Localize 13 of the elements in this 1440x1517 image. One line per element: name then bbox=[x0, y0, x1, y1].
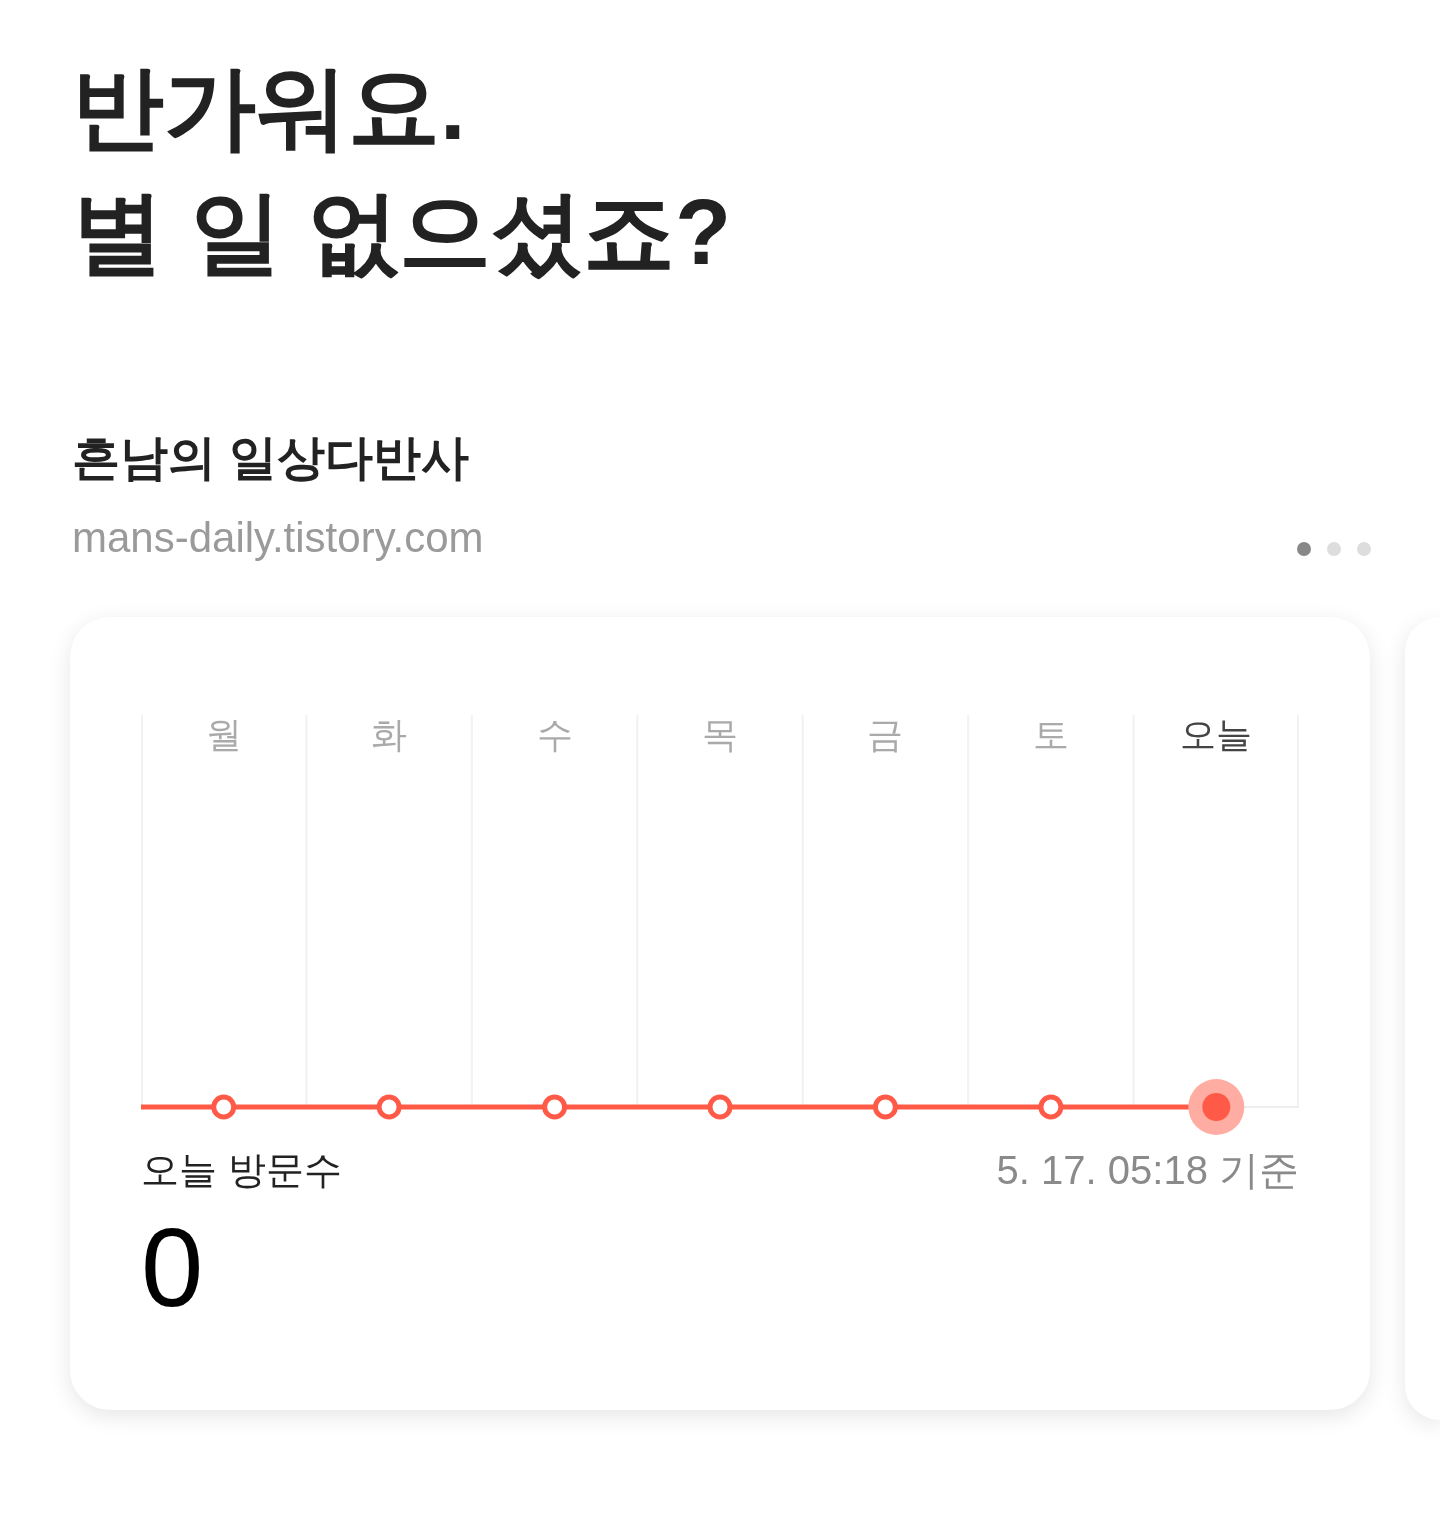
blog-title: 흔남의 일상다반사 bbox=[72, 430, 470, 486]
day-label: 수 bbox=[536, 715, 573, 755]
day-label: 금 bbox=[867, 715, 904, 755]
greeting-heading: 반가워요. 별 일 없으셨죠? bbox=[72, 55, 732, 285]
day-label: 월 bbox=[205, 715, 242, 755]
day-label: 목 bbox=[702, 715, 738, 755]
day-label: 오늘 bbox=[1180, 715, 1253, 755]
visitor-count: 0 bbox=[141, 1212, 204, 1324]
day-label: 화 bbox=[371, 715, 408, 755]
day-label: 토 bbox=[1032, 715, 1069, 755]
timestamp: 5. 17. 05:18 기준 bbox=[996, 1147, 1299, 1194]
blog-url: mans-daily.tistory.com bbox=[72, 513, 484, 563]
visitor-count-label: 오늘 방문수 bbox=[141, 1148, 342, 1193]
